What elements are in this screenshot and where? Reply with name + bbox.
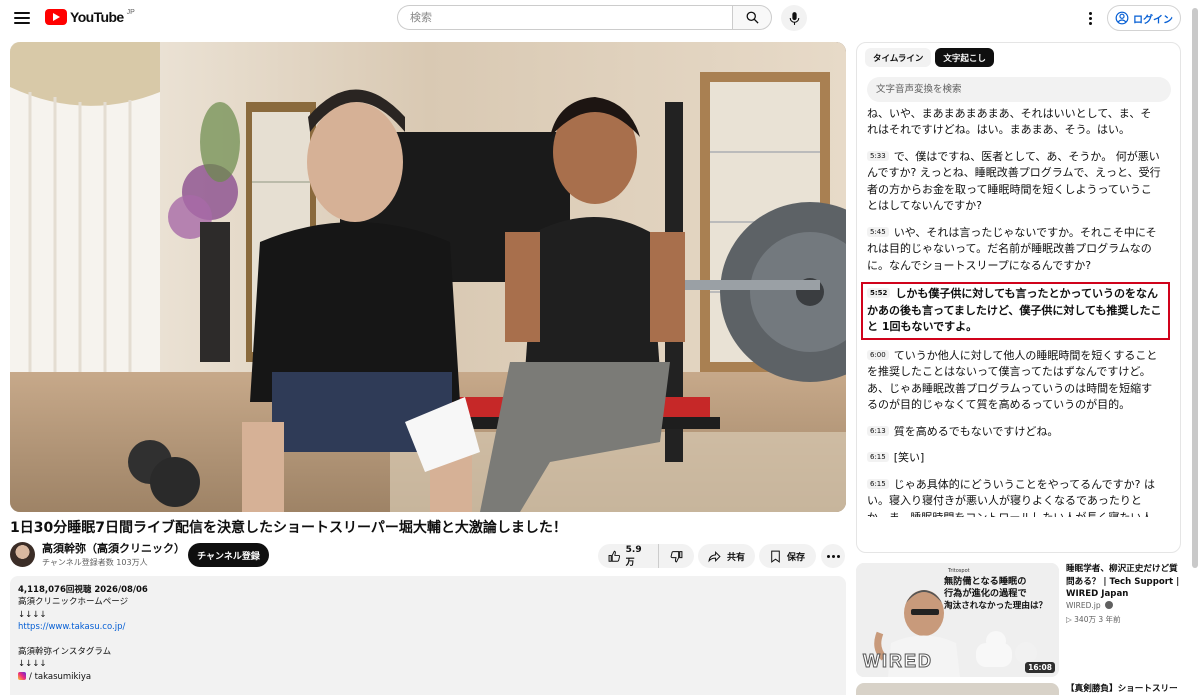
segment-text: じゃあ具体的にどういうことをやってるんですか? はい。寝入り寝付きが悪い人が寝り… [867, 477, 1155, 518]
share-label: 共有 [726, 552, 745, 563]
channel-subscriber-count: チャンネル登録者数 103万人 [42, 558, 148, 567]
voice-search-button[interactable] [781, 5, 807, 31]
like-dislike-group: 5.9万 [598, 544, 694, 568]
video-duration: 16:08 [1025, 662, 1055, 673]
thumbnail-caption-line: 行為が進化の過程で [944, 588, 1027, 599]
segment-timestamp[interactable]: 6:15 [867, 452, 889, 462]
transcript-segment[interactable]: 6:13 質を高めるでもないですけどね。 [857, 424, 1180, 441]
instagram-handle: / takasumikiya [29, 671, 92, 682]
transcript-segment[interactable]: 5:45 いや、それは言ったじゃないですか。それこそ中にそれは目的じゃないって。だ… [857, 225, 1180, 275]
instagram-link[interactable]: / takasumikiya [18, 671, 838, 683]
menu-icon[interactable] [10, 6, 34, 30]
bookmark-icon [771, 550, 780, 563]
recommended-title[interactable]: 【真剣勝負】ショートスリー [1066, 683, 1182, 695]
segment-text: で、僕はですね、医者として、あ、そうか。 何が悪いんですか? えっとね、睡眠改善… [867, 149, 1161, 213]
thumbnail-caption: 無防備となる睡眠の 行為が進化の過程で 淘汰されなかった理由は？ [944, 576, 1056, 612]
thumbnail-source: Tritospot [948, 568, 970, 574]
thumbs-down-icon [670, 550, 683, 562]
segment-text: しかも僕子供に対しても言ったとかっていうのをなんかあの後も言ってましたけど、僕子… [867, 287, 1162, 333]
video-thumbnail[interactable]: Tritospot 無防備となる睡眠の 行為が進化の過程で 淘汰されなかった理由… [856, 563, 1059, 677]
logo-region: JP [126, 8, 135, 16]
settings-menu-icon[interactable] [1081, 8, 1099, 28]
description-line: 高須クリニックホームページ [18, 597, 129, 608]
instagram-icon [18, 671, 26, 680]
dislike-button[interactable] [659, 544, 694, 568]
transcript-tabs: タイムライン 文字起こし [865, 48, 994, 67]
segment-timestamp[interactable]: 5:52 [867, 288, 891, 298]
recommended-title[interactable]: 睡眠学者、柳沢正史だけど質問ある？ | Tech Support | WIRED… [1066, 563, 1182, 601]
segment-text: 質を高めるでもないですけどね。 [893, 424, 1059, 438]
save-label: 保存 [786, 552, 805, 563]
subscribe-button[interactable]: チャンネル登録 [188, 543, 269, 567]
segment-text: [笑い] [893, 451, 925, 464]
save-button[interactable]: 保存 [759, 544, 816, 568]
video-thumbnail[interactable] [856, 683, 1059, 695]
transcript-segment-current[interactable]: 5:52 しかも僕子供に対しても言ったとかっていうのをなんかあの後も言ってましたけ… [861, 282, 1170, 340]
channel-avatar[interactable] [10, 542, 35, 567]
description-box[interactable]: 4,118,076回視聴 2026/08/06 高須クリニックホームページ ↓↓… [10, 576, 846, 695]
segment-timestamp[interactable]: 6:15 [867, 478, 889, 489]
search-input[interactable] [397, 5, 732, 30]
transcript-panel: タイムライン 文字起こし ことなんですけど、まあそれはそうとあれなんですけどね、… [856, 42, 1181, 553]
recommended-video[interactable]: 【真剣勝負】ショートスリー [856, 683, 1181, 695]
top-bar: YouTube JP ログイン [0, 0, 1200, 36]
logo-text: YouTube [70, 9, 124, 25]
youtube-logo[interactable]: YouTube JP [45, 9, 135, 25]
recommended-stats: ▷ 340万 3 年前 [1066, 615, 1121, 624]
thumbnail-caption-line: 無防備となる睡眠の [944, 576, 1027, 587]
transcript-segment[interactable]: 6:00 ていうか他人に対して他人の睡眠時間を短くすることを推奨したことはないって… [857, 348, 1180, 414]
recommended-video[interactable]: Tritospot 無防備となる睡眠の 行為が進化の過程で 淘汰されなかった理由… [856, 563, 1181, 679]
like-count: 5.9万 [625, 544, 642, 568]
more-actions-icon[interactable] [821, 544, 845, 568]
segment-text: ていうか他人に対して他人の睡眠時間を短くすることを推奨したことはないって僕言って… [867, 348, 1158, 412]
homepage-link[interactable]: https://www.takasu.co.jp/ [18, 622, 125, 632]
share-icon [708, 550, 721, 562]
tab-transcript[interactable]: 文字起こし [935, 48, 994, 67]
segment-text: いや、それは言ったじゃないですか。それこそ中にそれは目的じゃないって。だ名前が睡… [867, 225, 1157, 272]
video-title: 1日30分睡眠7日間ライブ配信を決意したショートスリーパー堀大輔と大激論しました… [10, 520, 567, 536]
like-button[interactable]: 5.9万 [598, 544, 659, 568]
microphone-icon [789, 11, 799, 25]
page-scrollbar[interactable] [1192, 8, 1198, 568]
segment-text: ことなんですけど、まあそれはそうとあれなんですけどね、いや、まあまあまあまあ、そ… [867, 106, 1152, 137]
recommended-channel-name: WIRED.jp [1066, 601, 1101, 610]
description-line: 高須幹弥インスタグラム [18, 647, 112, 658]
login-label: ログイン [1133, 14, 1173, 26]
video-player[interactable] [10, 42, 846, 512]
video-frame [10, 42, 846, 512]
tab-timeline[interactable]: タイムライン [865, 48, 932, 67]
segment-timestamp[interactable]: 5:45 [867, 226, 889, 237]
thumbnail-caption-line: 淘汰されなかった理由は？ [944, 601, 1048, 611]
thumbnail-brand: WIRED [863, 651, 933, 672]
search-icon [746, 11, 759, 24]
transcript-segment[interactable]: 6:15 [笑い] [857, 450, 1180, 467]
description-line [18, 634, 838, 646]
transcript-list[interactable]: ことなんですけど、まあそれはそうとあれなんですけどね、いや、まあまあまあまあ、そ… [857, 105, 1180, 517]
segment-timestamp[interactable]: 6:13 [867, 425, 889, 436]
transcript-search-input[interactable] [867, 77, 1171, 102]
verified-icon [1104, 601, 1113, 609]
transcript-segment[interactable]: 6:15 じゃあ具体的にどういうことをやってるんですか? はい。寝入り寝付きが悪い… [857, 477, 1180, 518]
youtube-play-icon [45, 9, 67, 25]
recommended-channel[interactable]: WIRED.jp [1066, 601, 1113, 610]
channel-name[interactable]: 高須幹弥（高須クリニック） [42, 542, 185, 556]
segment-timestamp[interactable]: 5:33 [867, 150, 889, 161]
account-icon [1115, 11, 1129, 25]
share-button[interactable]: 共有 [698, 544, 755, 568]
login-button[interactable]: ログイン [1107, 5, 1181, 31]
search-bar [397, 5, 772, 30]
thumbs-up-icon [608, 550, 621, 562]
segment-timestamp[interactable]: 6:00 [867, 349, 889, 360]
description-line: ↓↓↓↓ [18, 659, 47, 670]
transcript-segment[interactable]: 5:33 で、僕はですね、医者として、あ、そうか。 何が悪いんですか? えっとね、… [857, 149, 1180, 215]
search-button[interactable] [732, 5, 772, 30]
description-line: ↓↓↓↓ [18, 609, 47, 620]
view-count-and-date: 4,118,076回視聴 2026/08/06 [18, 585, 148, 595]
transcript-segment[interactable]: ことなんですけど、まあそれはそうとあれなんですけどね、いや、まあまあまあまあ、そ… [857, 105, 1180, 139]
